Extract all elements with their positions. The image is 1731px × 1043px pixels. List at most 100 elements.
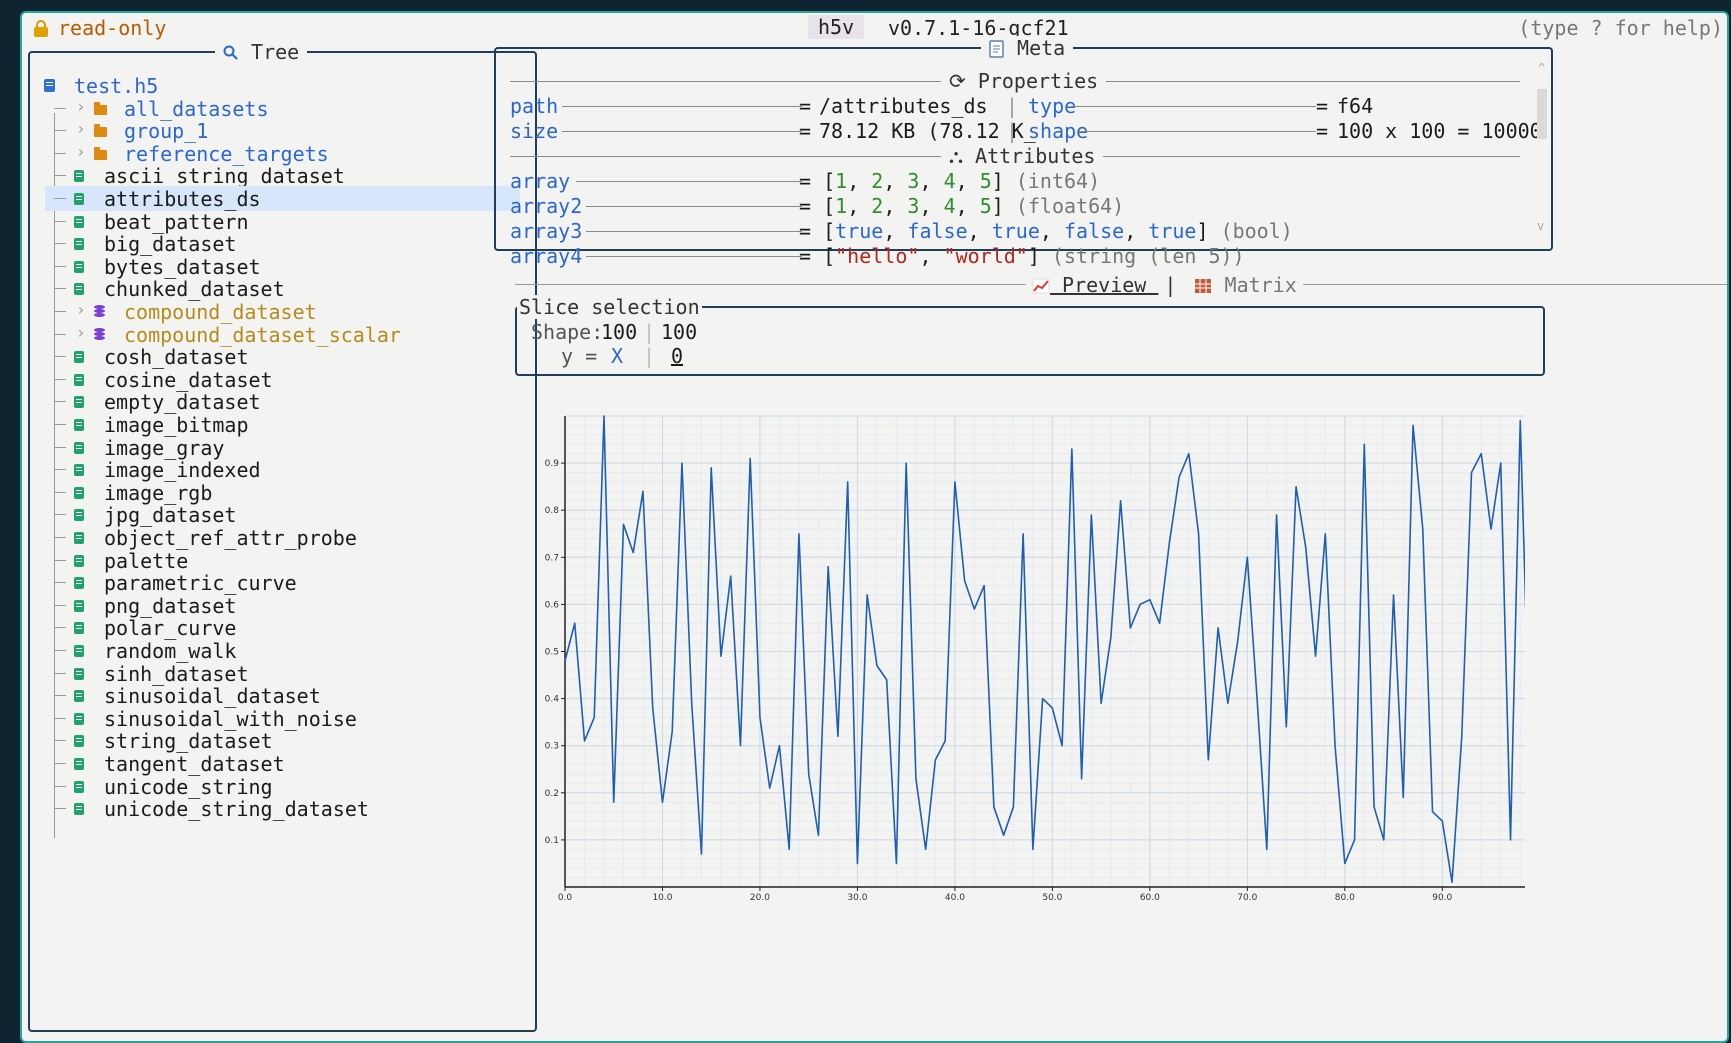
tree-group[interactable]: › group_1 [30, 118, 520, 143]
chevron-right-icon[interactable]: › [76, 300, 86, 319]
axis-0-selector[interactable]: X [611, 344, 623, 368]
dim-divider: | [643, 320, 656, 344]
tree-item[interactable]: sinusoidal_with_noise [30, 706, 520, 731]
dataset-icon [74, 577, 84, 590]
tree-item[interactable]: object_ref_attr_probe [30, 525, 520, 550]
leader-line [1071, 106, 1316, 107]
tree-item-label: chunked_dataset [104, 277, 285, 302]
tab-bar: Preview | Matrix [1026, 273, 1303, 297]
tree-branch [54, 446, 66, 448]
tree-item[interactable]: unicode_string [30, 774, 520, 799]
tree-item[interactable]: bytes_dataset [30, 254, 520, 279]
tree-item[interactable]: random_walk [30, 638, 520, 663]
chart-icon [1032, 278, 1050, 294]
chevron-right-icon[interactable]: › [76, 323, 86, 342]
tree-branch [54, 491, 66, 493]
tree-branch [54, 198, 66, 199]
tree-branch [54, 175, 66, 177]
tree-item[interactable]: palette [30, 548, 520, 573]
tree-panel-title: Tree [215, 40, 308, 64]
tree-item[interactable]: image_indexed [30, 457, 520, 482]
x-tick-label: 80.0 [1335, 893, 1355, 903]
attributes-header: ⛬ Attributes [941, 144, 1104, 168]
tab-matrix[interactable]: Matrix [1194, 273, 1297, 297]
tree-item[interactable]: beat_pattern [30, 209, 520, 234]
tree-item-label: png_dataset [104, 593, 237, 618]
meta-scrollbar[interactable]: ^ v [1536, 61, 1548, 241]
tree-item[interactable]: image_gray [30, 435, 520, 460]
tree-item[interactable]: chunked_dataset [30, 276, 520, 301]
folder-icon [94, 124, 107, 138]
tree-item[interactable]: parametric_curve [30, 570, 520, 595]
leader-line [562, 131, 802, 132]
database-icon [94, 327, 105, 341]
chart-ticks: 0.0 10.0 20.0 30.0 40.0 50.0 60.0 70.0 80.0 90.0 0… [545, 459, 1453, 903]
tree-item[interactable]: ascii_string_dataset [30, 163, 520, 188]
tree-item[interactable]: sinusoidal_dataset [30, 683, 520, 708]
mode-label: read-only [58, 16, 167, 40]
size-key: size [510, 119, 559, 143]
column-divider: | [1006, 119, 1019, 143]
tree-group[interactable]: › all_datasets [30, 96, 520, 121]
folder-icon [94, 146, 107, 160]
scroll-down-icon[interactable]: v [1537, 219, 1544, 233]
x-tick-label: 10.0 [652, 893, 672, 903]
tree-item[interactable]: tangent_dataset [30, 751, 520, 776]
dataset-icon [74, 396, 84, 409]
dataset-icon [74, 215, 84, 228]
tree-item[interactable]: › compound_dataset_scalar [30, 322, 520, 347]
tree-item-label: reference_targets [124, 141, 329, 166]
tree-item[interactable]: image_bitmap [30, 412, 520, 437]
tree-item[interactable]: attributes_ds [45, 186, 520, 211]
chevron-right-icon[interactable]: › [76, 142, 86, 161]
tree-item[interactable]: sinh_dataset [30, 661, 520, 686]
tree-branch [54, 424, 66, 425]
tree-item-label: test.h5 [74, 74, 159, 98]
tree-branch [54, 107, 66, 109]
tree-branch [54, 333, 66, 335]
tree-item[interactable]: cosh_dataset [30, 344, 520, 369]
dataset-icon [74, 667, 84, 680]
tree-item-label: compound_dataset_scalar [124, 322, 401, 347]
tree-item[interactable]: string_dataset [30, 728, 520, 753]
axis-1-index-input[interactable]: 0 [671, 344, 683, 368]
dataset-icon [74, 441, 84, 454]
tree-item[interactable]: image_rgb [30, 480, 520, 505]
y-tick-label: 0.2 [545, 789, 559, 799]
equals: = [1316, 119, 1329, 143]
dataset-icon [74, 283, 84, 296]
tree-item[interactable]: cosine_dataset [30, 367, 520, 392]
x-tick-label: 0.0 [558, 893, 573, 903]
tree-item[interactable]: unicode_string_dataset [30, 796, 520, 821]
tree-branch [54, 808, 66, 810]
size-value: 78.12 KB (78.12 K_ [819, 119, 1036, 143]
chevron-right-icon[interactable]: › [76, 97, 86, 116]
tree-item[interactable]: polar_curve [30, 615, 520, 640]
scroll-thumb[interactable] [1537, 89, 1547, 139]
attributes-icon: ⛬ [949, 144, 963, 168]
tree-root[interactable]: test.h5 [30, 73, 520, 98]
chevron-right-icon[interactable]: › [76, 119, 86, 138]
scroll-up-icon[interactable]: ^ [1538, 61, 1545, 75]
y-tick-label: 0.8 [545, 506, 560, 516]
tree-item[interactable]: png_dataset [30, 593, 520, 618]
meta-panel-title: Meta [981, 36, 1074, 60]
leader-line [586, 231, 802, 232]
tree-item-label: unicode_string [104, 774, 273, 799]
tree-item-label: palette [104, 548, 189, 573]
x-tick-label: 40.0 [945, 893, 965, 903]
properties-title: Properties [977, 69, 1099, 93]
tree-item[interactable]: big_dataset [30, 231, 520, 256]
tree-item[interactable]: empty_dataset [30, 389, 520, 414]
tree-item[interactable]: jpg_dataset [30, 502, 520, 527]
chart-series [564, 415, 1525, 884]
tree-item[interactable]: › compound_dataset [30, 299, 520, 324]
tab-preview[interactable]: Preview [1032, 273, 1158, 297]
dataset-icon [74, 758, 84, 770]
y-tick-label: 0.9 [545, 459, 560, 469]
document-icon [989, 40, 1004, 58]
tree-branch [54, 265, 66, 267]
dataset-icon [74, 690, 84, 703]
tree-group[interactable]: › reference_targets [30, 141, 520, 166]
type-value: f64 [1337, 94, 1374, 118]
